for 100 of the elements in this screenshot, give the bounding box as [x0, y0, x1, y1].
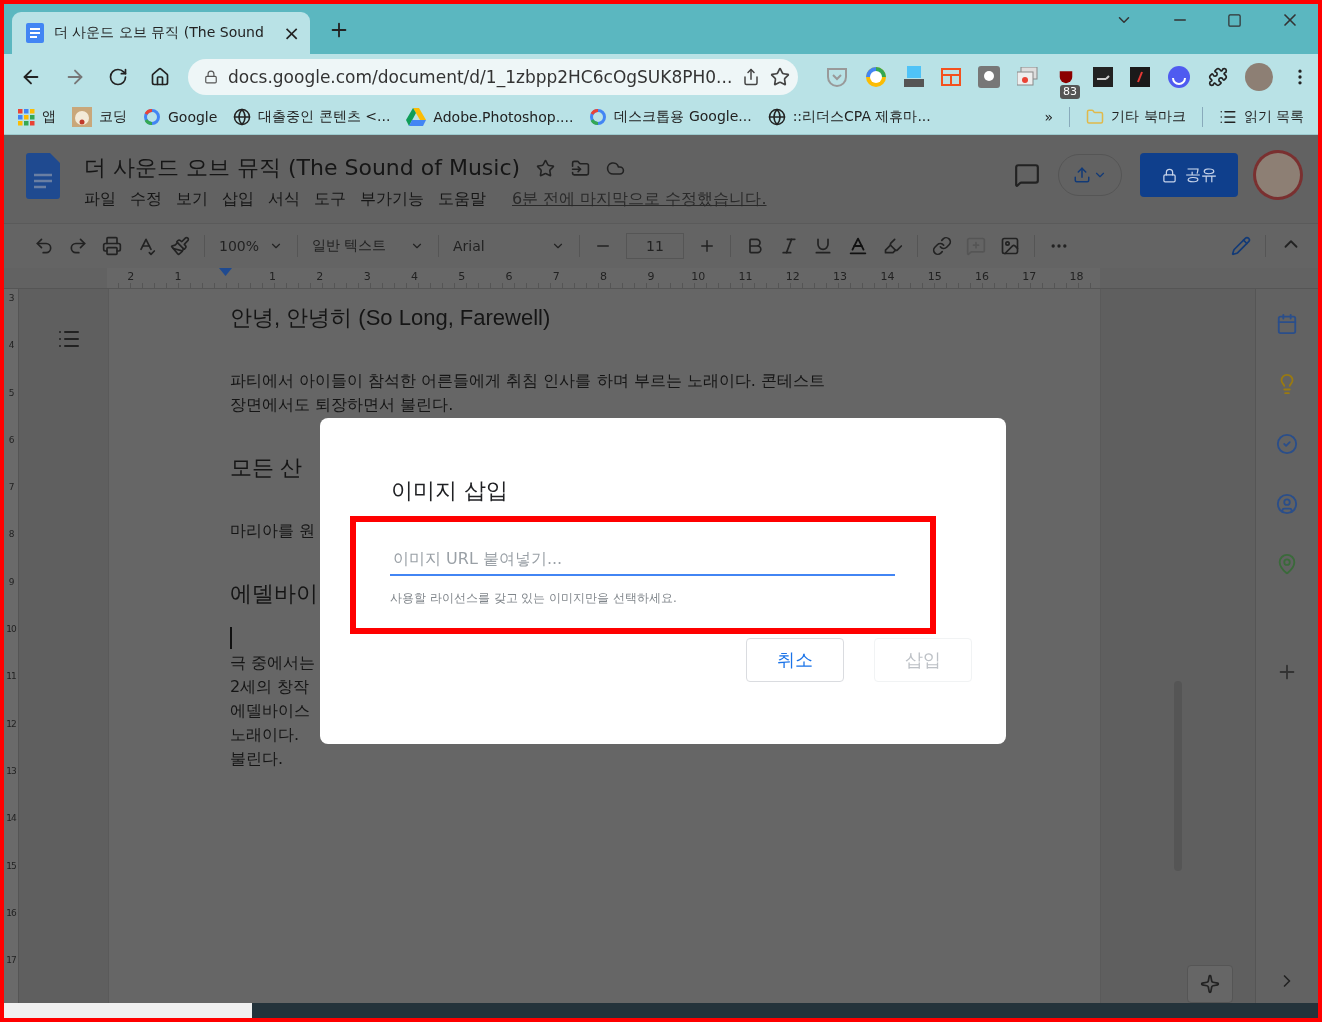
- more-bookmarks[interactable]: »: [1044, 109, 1054, 125]
- tab-title: 더 사운드 오브 뮤직 (The Sound: [54, 24, 265, 42]
- browser-tab[interactable]: 더 사운드 오브 뮤직 (The Sound ×: [12, 12, 310, 54]
- docs-logo-icon[interactable]: [26, 153, 60, 199]
- address-bar[interactable]: docs.google.com/document/d/1_1zbpp2HC6cOgSUK8PH0...: [188, 59, 798, 95]
- layout-grid-icon[interactable]: [941, 68, 961, 86]
- document-title[interactable]: 더 사운드 오브 뮤직 (The Sound of Music): [84, 153, 521, 183]
- ruler-number: 11: [5, 670, 17, 684]
- edit-mode-icon[interactable]: [1231, 236, 1251, 256]
- undo-icon[interactable]: [34, 236, 54, 256]
- bookmark-link[interactable]: ::리더스CPA 제휴마...: [767, 108, 931, 126]
- text-color-icon[interactable]: [847, 235, 869, 257]
- lock-icon: [1161, 167, 1177, 183]
- ruler-number: 11: [737, 269, 754, 285]
- menu-item[interactable]: 도움말: [438, 189, 486, 210]
- underline-icon[interactable]: [813, 236, 833, 256]
- ruler-number: 13: [832, 269, 849, 285]
- zoom-dropdown[interactable]: 100%: [219, 238, 283, 254]
- last-edit-link[interactable]: 6분 전에 마지막으로 수정했습니다.: [512, 189, 767, 210]
- ruler-number: 8: [7, 528, 15, 542]
- folder-icon: [1086, 108, 1105, 126]
- ruler-number: 17: [1021, 269, 1038, 285]
- ruler-number: 4: [409, 269, 419, 285]
- italic-icon[interactable]: [779, 236, 799, 256]
- apps-grid-icon: [18, 108, 35, 126]
- dialog-title: 이미지 삽입: [391, 477, 509, 505]
- menu-item[interactable]: 파일: [84, 189, 116, 210]
- upload-icon: [1073, 166, 1091, 184]
- font-size-field[interactable]: 11: [626, 233, 684, 259]
- bookmark-link[interactable]: 앱: [18, 108, 56, 126]
- extension-badge: 83: [1060, 84, 1080, 99]
- star-icon[interactable]: [770, 67, 791, 87]
- hint-text: 사용할 라이선스를 갖고 있는 이미지만을 선택하세요.: [390, 590, 678, 607]
- ruler-number: 12: [784, 269, 801, 285]
- ruler-number: 5: [7, 386, 15, 400]
- ruler-number: 10: [5, 623, 17, 637]
- globe-icon: [767, 108, 786, 126]
- document-paragraph: 극 중에서는 2세의 창작 에델바이스 노래이다. 불린다.: [230, 652, 316, 770]
- smile-circle-icon[interactable]: [1167, 65, 1191, 89]
- avatar[interactable]: [1245, 63, 1273, 91]
- bookmark-link[interactable]: Adobe.Photoshop....: [406, 108, 574, 126]
- ruler-number: 6: [7, 433, 15, 447]
- menu-item[interactable]: 서식: [268, 189, 300, 210]
- bookmark-link[interactable]: 코딩: [72, 107, 127, 127]
- document-icon: [26, 23, 44, 43]
- document-paragraph: 마리아를 원: [230, 520, 316, 542]
- comment-icon[interactable]: [1014, 162, 1040, 188]
- style-dropdown[interactable]: 일반 텍스트: [312, 237, 424, 255]
- highlighter-icon[interactable]: [883, 236, 903, 256]
- triangle-icon: [406, 108, 427, 126]
- move-folder-icon[interactable]: [571, 158, 591, 178]
- ruler-number: 5: [457, 269, 467, 285]
- home-icon[interactable]: [150, 67, 170, 87]
- menu-item[interactable]: 수정: [130, 189, 162, 210]
- tab-close[interactable]: ×: [283, 21, 300, 45]
- ruler-number: 13: [5, 764, 17, 778]
- menu-item[interactable]: 삽입: [222, 189, 254, 210]
- bookmark-folder[interactable]: 기타 북마크: [1086, 108, 1186, 126]
- avatar[interactable]: [1256, 153, 1300, 197]
- share-button[interactable]: 공유: [1140, 153, 1238, 197]
- document-heading: 안녕, 안녕히 (So Long, Farewell): [230, 304, 551, 332]
- menu-item[interactable]: 부가기능: [360, 189, 424, 210]
- document-paragraph: 파티에서 아이들이 참석한 어른들에게 취침 인사를 하며 부르는 노래이다. 콘테스트 장면에서도 퇴장하면서 불린다.: [230, 370, 825, 416]
- increase-size-icon[interactable]: [698, 237, 716, 255]
- ruler-number: 7: [7, 481, 15, 495]
- ruler-number: 2: [315, 269, 325, 285]
- lock-icon: [204, 70, 218, 84]
- menu-item[interactable]: 보기: [176, 189, 208, 210]
- ruler-number: 16: [974, 269, 990, 285]
- reload-icon[interactable]: [108, 67, 128, 87]
- ruler-number: 3: [362, 269, 372, 285]
- share-icon[interactable]: [742, 68, 761, 86]
- ruler-number: 9: [7, 575, 15, 589]
- globe-icon: [233, 108, 252, 126]
- dark-tile-icon[interactable]: [1130, 67, 1150, 87]
- ruler-number: 9: [646, 269, 656, 285]
- redo-icon[interactable]: [68, 236, 88, 256]
- windows-icon[interactable]: [1017, 67, 1039, 87]
- paint-format-icon[interactable]: [170, 236, 190, 256]
- explore-button[interactable]: [1187, 965, 1233, 1003]
- link-icon[interactable]: [932, 236, 952, 256]
- list-icon: [1218, 108, 1237, 126]
- dialog-button[interactable]: 취소: [746, 638, 844, 682]
- image-icon[interactable]: [1000, 236, 1020, 256]
- document-heading: 에델바이: [230, 580, 318, 608]
- print-icon[interactable]: [102, 236, 122, 256]
- reading-list[interactable]: 읽기 목록: [1218, 108, 1304, 126]
- extensions-icon[interactable]: [1208, 67, 1228, 87]
- font-dropdown[interactable]: Arial: [453, 238, 565, 254]
- bookmark-link[interactable]: Google: [143, 108, 218, 126]
- g-ring-icon: [143, 108, 161, 126]
- menu-item[interactable]: 도구: [314, 189, 346, 210]
- ruler-number: 8: [599, 269, 609, 285]
- shield-outline-icon[interactable]: [826, 67, 848, 87]
- ruler-number: 17: [5, 954, 17, 968]
- bookmark-link[interactable]: 데스크톱용 Google...: [589, 108, 752, 126]
- ruler-number: 4: [7, 339, 15, 353]
- star-icon[interactable]: [536, 158, 556, 178]
- ruler-number: 10: [690, 269, 707, 285]
- bookmark-link[interactable]: 대출중인 콘텐츠 <...: [233, 108, 391, 126]
